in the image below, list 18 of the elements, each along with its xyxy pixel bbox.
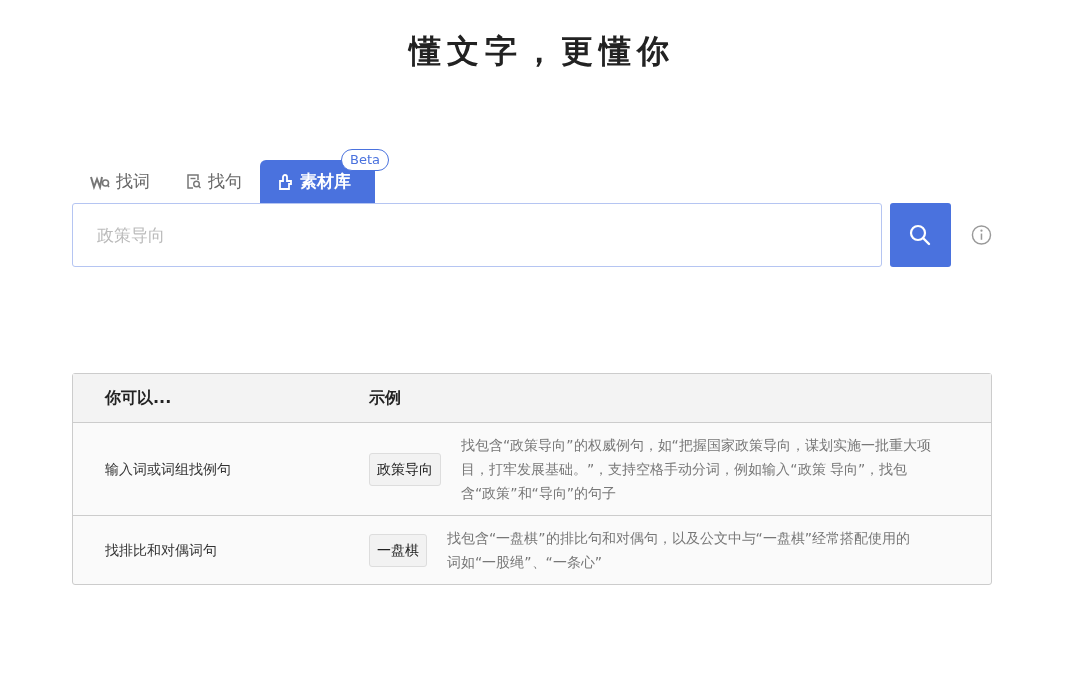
search-field[interactable]: 政策导向	[72, 203, 882, 268]
page-title: 懂文字，更懂你	[407, 32, 676, 71]
example-description: 找包含“政策导向”的权威例句，如“把握国家政策导向，谋划实施一批重大项目，打牢发展基础。”，支持空格手动分词，例如输入“政策 导向”，找包含“政策”和“导向”的句子	[461, 436, 932, 504]
search-mode-tab[interactable]: 找句	[168, 160, 260, 204]
example-description: 找包含“一盘棋”的排比句和对偶句，以及公文中与“一盘棋”经常搭配使用的词如“一股绳”、“一条心”	[447, 529, 911, 573]
beta-badge: Beta	[341, 149, 389, 172]
table-cell: 输入词或词组找例句	[105, 460, 231, 477]
document-search-icon	[186, 173, 202, 191]
puzzle-icon	[278, 173, 294, 190]
table-cell: 找排比和对偶词句	[105, 541, 217, 558]
info-icon[interactable]	[971, 224, 992, 247]
search-mode-tab[interactable]: 找词	[72, 160, 168, 204]
column-header: 你可以...	[103, 387, 173, 410]
search-button[interactable]	[889, 203, 952, 268]
search-icon	[909, 224, 932, 247]
example-chip[interactable]: 一盘棋	[369, 533, 427, 567]
example-chip[interactable]: 政策导向	[369, 452, 441, 486]
column-header: 示例	[369, 387, 401, 410]
